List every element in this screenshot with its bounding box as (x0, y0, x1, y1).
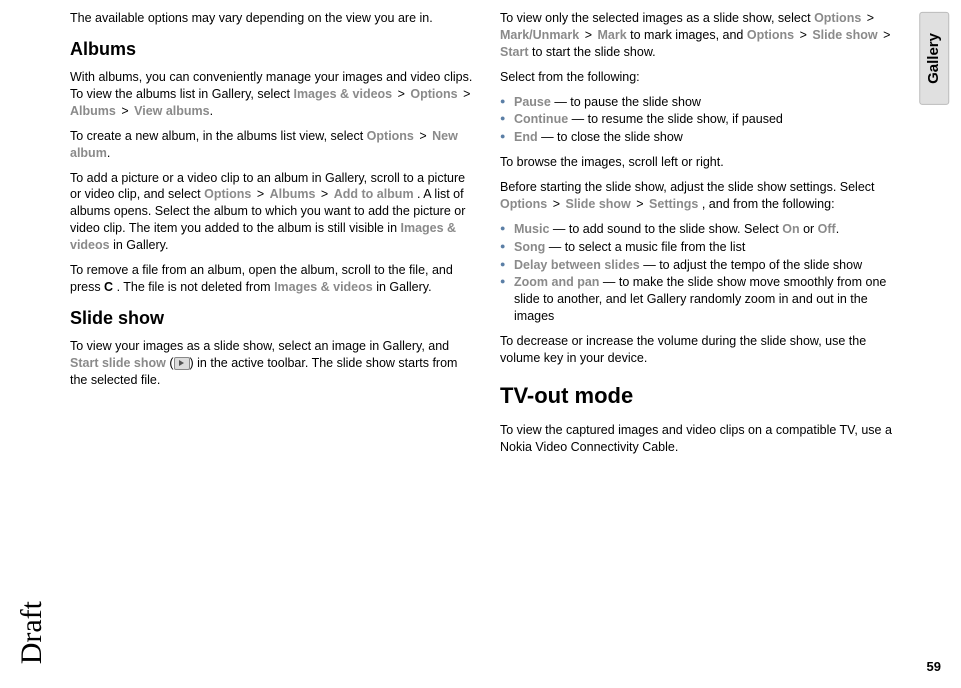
menu-start-slideshow: Start slide show (70, 356, 166, 370)
key-c: C (104, 280, 113, 294)
albums-remove-para: To remove a file from an album, open the… (70, 262, 476, 296)
list-item: End — to close the slide show (500, 129, 906, 146)
list-item: Delay between slides — to adjust the tem… (500, 257, 906, 274)
tvout-para: To view the captured images and video cl… (500, 422, 906, 456)
section-tab-gallery: Gallery (919, 12, 949, 105)
browse-para: To browse the images, scroll left or rig… (500, 154, 906, 171)
option-music: Music (514, 222, 549, 236)
albums-view-para: With albums, you can conveniently manage… (70, 69, 476, 120)
slideshow-start-para: To view your images as a slide show, sel… (70, 338, 476, 389)
manual-page: Gallery Draft 59 The available options m… (0, 0, 961, 688)
slideshow-settings-list: Music — to add sound to the slide show. … (500, 221, 906, 325)
menu-options: Options (814, 11, 861, 25)
menu-options: Options (204, 187, 251, 201)
list-item: Music — to add sound to the slide show. … (500, 221, 906, 238)
draft-watermark: Draft (12, 601, 53, 664)
column-left: The available options may vary depending… (70, 10, 476, 673)
option-continue: Continue (514, 112, 568, 126)
menu-add-to-album: Add to album (334, 187, 414, 201)
intro-text: The available options may vary depending… (70, 10, 476, 27)
settings-intro-para: Before starting the slide show, adjust t… (500, 179, 906, 213)
menu-options: Options (500, 197, 547, 211)
option-off: Off (818, 222, 836, 236)
volume-para: To decrease or increase the volume durin… (500, 333, 906, 367)
list-item: Zoom and pan — to make the slide show mo… (500, 274, 906, 325)
menu-images-videos: Images & videos (274, 280, 373, 294)
slideshow-controls-list: Pause — to pause the slide show Continue… (500, 94, 906, 147)
menu-start: Start (500, 45, 528, 59)
list-item: Pause — to pause the slide show (500, 94, 906, 111)
option-end: End (514, 130, 538, 144)
option-zoom-pan: Zoom and pan (514, 275, 599, 289)
option-pause: Pause (514, 95, 551, 109)
option-song: Song (514, 240, 545, 254)
menu-mark: Mark (597, 28, 626, 42)
heading-tvout: TV-out mode (500, 381, 906, 411)
slideshow-selected-para: To view only the selected images as a sl… (500, 10, 906, 61)
list-item: Continue — to resume the slide show, if … (500, 111, 906, 128)
select-from-label: Select from the following: (500, 69, 906, 86)
menu-options: Options (410, 87, 457, 101)
option-delay: Delay between slides (514, 258, 640, 272)
menu-view-albums: View albums (134, 104, 210, 118)
list-item: Song — to select a music file from the l… (500, 239, 906, 256)
menu-settings: Settings (649, 197, 698, 211)
heading-albums: Albums (70, 37, 476, 61)
menu-albums: Albums (270, 187, 316, 201)
albums-add-para: To add a picture or a video clip to an a… (70, 170, 476, 254)
heading-slideshow: Slide show (70, 306, 476, 330)
menu-slide-show: Slide show (812, 28, 877, 42)
column-right: To view only the selected images as a sl… (500, 10, 906, 673)
menu-mark-unmark: Mark/Unmark (500, 28, 579, 42)
menu-options: Options (747, 28, 794, 42)
page-number: 59 (927, 658, 941, 676)
menu-options: Options (367, 129, 414, 143)
menu-images-videos: Images & videos (293, 87, 392, 101)
menu-albums: Albums (70, 104, 116, 118)
slideshow-icon (174, 357, 190, 370)
option-on: On (782, 222, 799, 236)
albums-create-para: To create a new album, in the albums lis… (70, 128, 476, 162)
menu-slide-show: Slide show (565, 197, 630, 211)
